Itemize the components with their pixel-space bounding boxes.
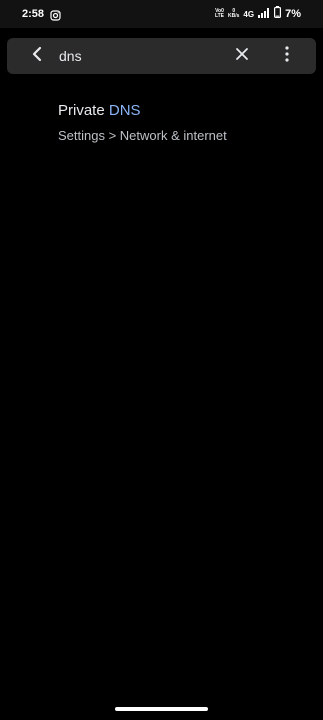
home-indicator[interactable] (115, 707, 208, 711)
search-result-private-dns[interactable]: Private DNS Settings > Network & interne… (0, 92, 323, 156)
result-title-match: DNS (108, 102, 141, 119)
back-arrow-icon (31, 46, 43, 67)
battery-percent: 7% (285, 8, 301, 20)
more-options-button[interactable] (277, 45, 297, 67)
clear-search-button[interactable] (232, 46, 252, 66)
battery-icon (274, 5, 282, 23)
status-time: 2:58 (22, 8, 45, 20)
status-bar: 2:58 Vo0 LTE 0 KB/s 4G 7% (0, 0, 323, 28)
volte-line2: LTE (214, 13, 225, 19)
volte-indicator: Vo0 LTE (215, 9, 224, 19)
close-icon (235, 47, 249, 66)
more-vert-icon (285, 45, 289, 67)
search-input[interactable] (59, 44, 219, 68)
result-title-prefix: Private (58, 102, 109, 119)
status-indicators: Vo0 LTE 0 KB/s 4G 7% (215, 6, 301, 22)
instagram-icon (50, 8, 61, 21)
result-title: Private DNS (58, 102, 141, 119)
result-path: Settings > Network & internet (58, 128, 227, 143)
net-speed: 0 KB/s (228, 9, 239, 19)
network-type: 4G (243, 9, 255, 19)
search-bar (7, 38, 316, 74)
net-speed-unit: KB/s (228, 13, 240, 19)
back-button[interactable] (27, 46, 47, 66)
signal-icon (258, 5, 270, 23)
